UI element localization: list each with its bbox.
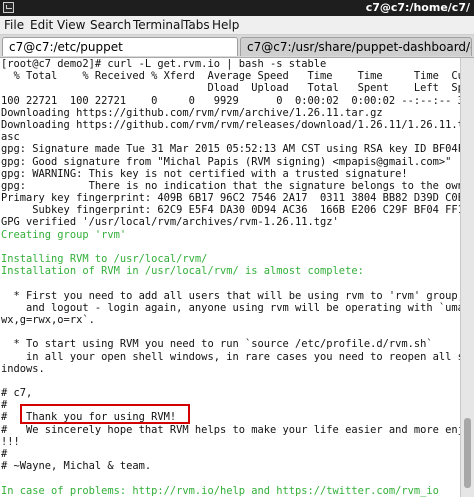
terminal-line: wx,g=rwx,o=rx`.: [1, 313, 95, 326]
terminal-line: Primary key fingerprint: 409B 6B17 96C2 …: [1, 192, 460, 205]
terminal-line: gpg: WARNING: This key is not certified …: [1, 167, 408, 180]
terminal-line: # c7,: [1, 387, 33, 400]
terminal-scrollbar[interactable]: [460, 58, 474, 497]
tab-bar: c7@c7:/etc/puppet c7@c7:/usr/share/puppe…: [0, 35, 474, 58]
terminal-line: % Total % Received % Xferd Average Speed…: [1, 70, 461, 83]
tab-label: c7@c7:/usr/share/puppet-dashboard/config: [247, 40, 471, 54]
menu-edit[interactable]: Edit: [30, 18, 53, 32]
terminal-line: 100 22721 100 22721 0 0 9929 0 0:00:02 0…: [1, 94, 460, 107]
tab-puppet-dashboard-config[interactable]: c7@c7:/usr/share/puppet-dashboard/config: [240, 37, 472, 56]
terminal-line: !!!: [1, 435, 20, 448]
terminal-line: Downloading https://github.com/rvm/rvm/r…: [1, 118, 460, 131]
terminal-line: Dload Upload Total Spent Left Speed: [1, 82, 460, 95]
terminal-line: gpg: Good signature from "Michal Papis (…: [1, 155, 452, 168]
terminal-line: Downloading https://github.com/rvm/rvm/a…: [1, 106, 383, 119]
scrollbar-thumb[interactable]: [464, 418, 471, 488]
menu-view[interactable]: View: [57, 18, 85, 32]
terminal-line: indows.: [1, 362, 45, 375]
terminal-output[interactable]: [root@c7 demo2]# curl -L get.rvm.io | ba…: [0, 58, 460, 497]
terminal-line: * First you need to add all users that w…: [1, 289, 461, 302]
terminal-line: in all your open shell windows, in rare …: [1, 350, 460, 363]
terminal-line: * To start using RVM you need to run `so…: [1, 338, 433, 351]
terminal-line: gpg: Signature made Tue 31 Mar 2015 05:5…: [1, 143, 460, 156]
tab-etc-puppet[interactable]: c7@c7:/etc/puppet: [2, 37, 238, 56]
menu-terminal[interactable]: Terminal: [133, 18, 184, 32]
terminal-line: and logout - login again, anyone using r…: [1, 301, 460, 314]
terminal-line: Installation of RVM in /usr/local/rvm/ i…: [1, 265, 364, 278]
menu-bar: File Edit View Search Terminal Tabs Help: [0, 16, 474, 35]
window-titlebar: c7@c7:/home/c7/: [0, 0, 474, 16]
window-title: c7@c7:/home/c7/: [365, 1, 470, 14]
terminal-line: [root@c7 demo2]# curl -L get.rvm.io | ba…: [1, 58, 327, 70]
terminal-line: Installing RVM to /usr/local/rvm/: [1, 253, 208, 265]
tab-label: c7@c7:/etc/puppet: [9, 40, 123, 54]
terminal-line: asc: [1, 131, 20, 144]
menu-help[interactable]: Help: [212, 18, 239, 32]
terminal-line: # We sincerely hope that RVM helps to ma…: [1, 423, 460, 436]
terminal-line: GPG verified '/usr/local/rvm/archives/rv…: [1, 216, 339, 229]
terminal-line: In case of problems: http://rvm.io/help …: [1, 484, 439, 497]
terminal-line: # ~Wayne, Michal & team.: [1, 460, 152, 473]
terminal-line: Subkey fingerprint: 62C9 E5F4 DA30 0D94 …: [1, 204, 460, 217]
window-menu-icon[interactable]: [3, 2, 14, 13]
menu-search[interactable]: Search: [90, 18, 131, 32]
highlight-annotation-box: [20, 404, 190, 424]
terminal-line: Creating group 'rvm': [1, 228, 127, 241]
terminal-line: #: [1, 448, 8, 460]
menu-tabs[interactable]: Tabs: [183, 18, 210, 32]
menu-file[interactable]: File: [4, 18, 24, 32]
terminal-line: gpg: There is no indication that the sig…: [1, 179, 460, 192]
